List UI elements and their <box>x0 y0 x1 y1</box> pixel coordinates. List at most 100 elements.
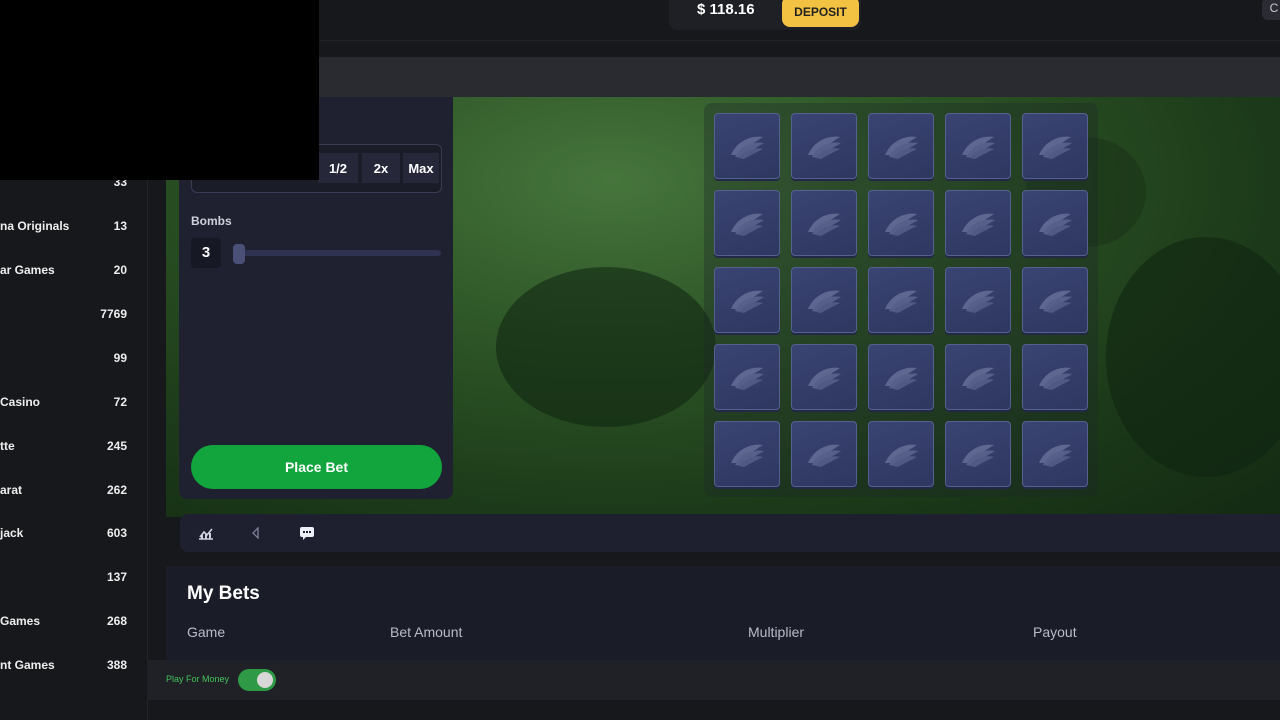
mine-tile[interactable] <box>791 344 857 410</box>
mine-tile[interactable] <box>945 421 1011 487</box>
play-for-money-toggle[interactable] <box>238 669 276 691</box>
banana-icon <box>962 290 995 313</box>
mine-tile[interactable] <box>868 113 934 179</box>
mine-tile[interactable] <box>791 190 857 256</box>
footer-bar: Play For Money <box>147 660 1280 700</box>
sub-header-bar <box>150 57 1280 97</box>
stats-icon[interactable] <box>197 524 215 542</box>
sidebar-item-label: na Originals <box>0 219 70 233</box>
sidebar-item-count: 603 <box>106 526 127 540</box>
bombs-slider-handle[interactable] <box>233 244 245 264</box>
mine-tile[interactable] <box>714 421 780 487</box>
mine-tile[interactable] <box>791 267 857 333</box>
mine-tile[interactable] <box>714 190 780 256</box>
sidebar-item-label: tte <box>0 439 15 453</box>
mine-tile[interactable] <box>945 267 1011 333</box>
mine-tile[interactable] <box>868 190 934 256</box>
my-bets-section: My Bets Game Bet Amount Multiplier Payou… <box>166 566 1280 660</box>
mine-tile[interactable] <box>791 421 857 487</box>
place-bet-button[interactable]: Place Bet <box>191 445 442 489</box>
my-bets-title: My Bets <box>187 583 260 604</box>
banana-icon <box>1039 444 1072 467</box>
banana-icon <box>1039 213 1072 236</box>
toggle-knob <box>257 672 273 688</box>
sidebar-item-count: 20 <box>113 263 127 277</box>
mine-tile[interactable] <box>1022 344 1088 410</box>
banana-icon <box>962 444 995 467</box>
banana-icon <box>731 444 764 467</box>
banana-icon <box>808 290 841 313</box>
banana-icon <box>808 444 841 467</box>
double-bet-button[interactable]: 2x <box>362 153 400 183</box>
mine-tile[interactable] <box>1022 190 1088 256</box>
column-header-payout: Payout <box>1033 624 1077 640</box>
mine-tile[interactable] <box>791 113 857 179</box>
sidebar-item-count: 245 <box>106 439 127 453</box>
header-corner-button[interactable]: C <box>1262 0 1280 20</box>
mine-tile[interactable] <box>714 267 780 333</box>
banana-icon <box>731 290 764 313</box>
sidebar-item[interactable]: nt Games 388 <box>0 655 147 677</box>
banana-icon <box>885 444 918 467</box>
deposit-button[interactable]: DEPOSIT <box>782 0 859 27</box>
mine-tile[interactable] <box>868 421 934 487</box>
wallet-balance: $ 118.16 <box>697 1 755 18</box>
sidebar-item-label: nt Games <box>0 658 55 672</box>
sidebar-item[interactable]: Games 268 <box>0 611 147 633</box>
sidebar-item-count: 7769 <box>100 307 127 321</box>
palm-silhouette <box>496 267 716 427</box>
sidebar-item[interactable]: ar Games 20 <box>0 260 147 282</box>
sidebar-item-count: 137 <box>106 570 127 584</box>
bombs-label: Bombs <box>191 214 232 228</box>
sidebar-item[interactable]: na Originals 13 <box>0 216 147 238</box>
max-bet-button[interactable]: Max <box>403 153 439 183</box>
banana-icon <box>962 213 995 236</box>
mine-tile[interactable] <box>868 267 934 333</box>
mine-tile[interactable] <box>868 344 934 410</box>
half-bet-button[interactable]: 1/2 <box>318 153 358 183</box>
sidebar-item-count: 72 <box>113 395 127 409</box>
sidebar-item-label: arat <box>0 483 23 497</box>
banana-icon <box>885 213 918 236</box>
sidebar-item[interactable]: arat 262 <box>0 480 147 502</box>
mine-tile[interactable] <box>945 113 1011 179</box>
redacted-region <box>0 0 319 180</box>
sidebar-item-count: 262 <box>106 483 127 497</box>
mine-tile[interactable] <box>945 344 1011 410</box>
sidebar-item-label: Casino <box>0 395 41 409</box>
balance-box: $ 118.16 DEPOSIT <box>669 0 861 30</box>
column-header-bet-amount: Bet Amount <box>390 624 463 640</box>
banana-icon <box>808 136 841 159</box>
play-for-money-label: Play For Money <box>166 674 230 684</box>
banana-icon <box>731 213 764 236</box>
sidebar-item[interactable]: 137 <box>0 567 147 589</box>
sidebar-item[interactable]: 7769 <box>0 304 147 326</box>
sidebar-item-count: 99 <box>113 351 127 365</box>
banana-icon <box>808 213 841 236</box>
sidebar-item[interactable]: 99 <box>0 348 147 370</box>
mine-tile[interactable] <box>714 344 780 410</box>
banana-icon <box>885 367 918 390</box>
banana-icon <box>731 367 764 390</box>
sidebar-item-count: 13 <box>113 219 127 233</box>
sound-icon[interactable] <box>247 524 265 542</box>
mine-tile[interactable] <box>714 113 780 179</box>
tile-board <box>704 103 1098 497</box>
sidebar-item-label: jack <box>0 526 24 540</box>
bombs-slider[interactable] <box>233 244 441 264</box>
banana-icon <box>1039 367 1072 390</box>
mine-tile[interactable] <box>1022 113 1088 179</box>
mine-tile[interactable] <box>1022 421 1088 487</box>
column-header-game: Game <box>187 624 226 640</box>
sidebar-item[interactable]: tte 245 <box>0 436 147 458</box>
banana-icon <box>1039 136 1072 159</box>
mine-tile[interactable] <box>945 190 1011 256</box>
sidebar-item-count: 268 <box>106 614 127 628</box>
game-toolbar <box>180 514 1280 552</box>
sidebar-item-label: Games <box>0 614 41 628</box>
mine-tile[interactable] <box>1022 267 1088 333</box>
sidebar-item[interactable]: jack 603 <box>0 523 147 545</box>
banana-icon <box>962 367 995 390</box>
sidebar-item[interactable]: Casino 72 <box>0 392 147 414</box>
chat-icon[interactable] <box>298 524 316 542</box>
